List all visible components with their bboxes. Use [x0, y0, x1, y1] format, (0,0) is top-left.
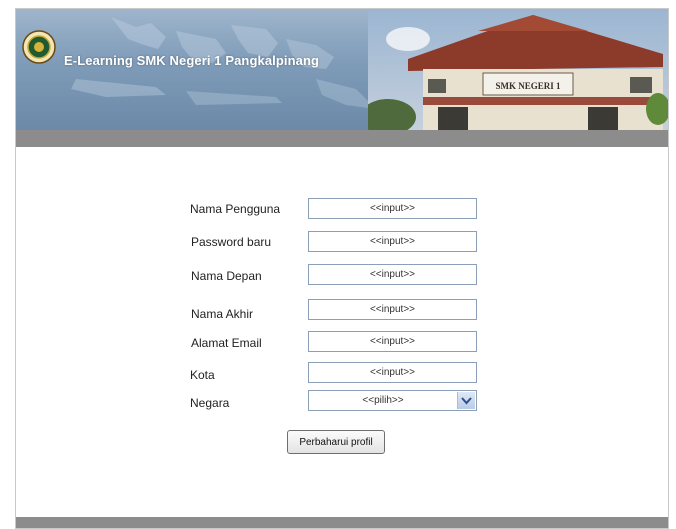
perbaharui-profil-button[interactable]: Perbaharui profil: [287, 430, 385, 454]
label-password-baru: Password baru: [191, 235, 272, 249]
header-banner: SMK NEGERI 1 E-Learning SMK Negeri 1 Pan…: [16, 9, 668, 130]
nama-akhir-input[interactable]: [308, 299, 477, 320]
label-nama-pengguna: Nama Pengguna: [190, 202, 281, 216]
nama-pengguna-input[interactable]: [308, 198, 477, 219]
footer-bar: [16, 517, 668, 528]
label-kota: Kota: [190, 368, 215, 382]
header-divider-bar: [16, 130, 668, 147]
label-negara: Negara: [190, 396, 230, 410]
chevron-down-icon: [461, 397, 472, 405]
alamat-email-input[interactable]: [308, 331, 477, 352]
negara-select[interactable]: <<pilih>>: [308, 390, 477, 411]
indonesia-map-graphic: [71, 17, 376, 109]
dropdown-button[interactable]: [457, 392, 475, 409]
building-sign-text: SMK NEGERI 1: [495, 81, 561, 91]
kota-input[interactable]: [308, 362, 477, 383]
nama-depan-input[interactable]: [308, 264, 477, 285]
password-baru-input[interactable]: [308, 231, 477, 252]
school-building-image: SMK NEGERI 1: [368, 9, 668, 130]
label-alamat-email: Alamat Email: [191, 336, 262, 350]
school-emblem-icon: [22, 30, 56, 64]
label-nama-depan: Nama Depan: [191, 269, 262, 283]
site-title: E-Learning SMK Negeri 1 Pangkalpinang: [64, 53, 320, 68]
negara-select-value: <<pilih>>: [362, 395, 404, 406]
label-nama-akhir: Nama Akhir: [191, 307, 254, 321]
page-frame: SMK NEGERI 1 E-Learning SMK Negeri 1 Pan…: [15, 8, 669, 529]
